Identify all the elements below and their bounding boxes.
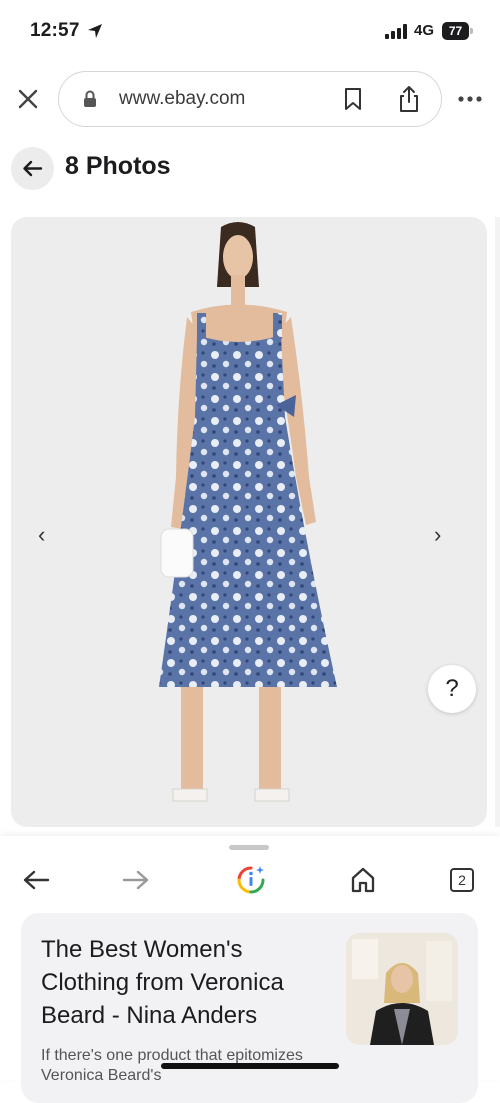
battery-icon: 77 xyxy=(442,22,474,40)
product-photo[interactable] xyxy=(11,217,487,827)
home-icon[interactable] xyxy=(350,866,376,894)
arrow-left-icon[interactable] xyxy=(22,868,50,892)
dress-model-illustration xyxy=(159,222,337,802)
next-photo-button[interactable]: › xyxy=(434,522,450,547)
url-text: www.ebay.com xyxy=(119,88,246,109)
battery-level: 77 xyxy=(448,24,463,38)
article-card[interactable]: The Best Women's Clothing from Veronica … xyxy=(21,913,478,1103)
home-indicator[interactable] xyxy=(161,1063,339,1069)
network-type: 4G xyxy=(414,22,435,39)
arrow-left-icon xyxy=(23,160,43,177)
back-button[interactable] xyxy=(11,147,54,190)
tabs-icon[interactable]: 2 xyxy=(450,868,474,892)
previous-photo-button[interactable]: ‹ xyxy=(38,522,54,547)
status-bar: 12:57 4G 77 xyxy=(0,0,500,62)
close-icon[interactable] xyxy=(16,87,40,111)
page-title: 8 Photos xyxy=(65,152,171,180)
article-thumbnail xyxy=(346,933,458,1045)
more-icon[interactable] xyxy=(456,88,484,110)
location-arrow-icon xyxy=(88,24,102,38)
status-time: 12:57 xyxy=(30,20,80,41)
share-icon[interactable] xyxy=(397,85,421,113)
next-photo-peek[interactable] xyxy=(495,217,500,827)
sheet-drag-handle[interactable] xyxy=(229,845,269,850)
lock-icon xyxy=(84,90,96,107)
bookmark-icon[interactable] xyxy=(342,87,364,111)
signal-bars-icon xyxy=(385,24,407,39)
arrow-right-icon[interactable] xyxy=(122,868,150,892)
help-button[interactable]: ? xyxy=(428,665,476,713)
address-bar[interactable]: www.ebay.com xyxy=(58,71,442,127)
article-title: The Best Women's Clothing from Veronica … xyxy=(41,936,284,1029)
google-lens-icon[interactable] xyxy=(235,864,267,896)
